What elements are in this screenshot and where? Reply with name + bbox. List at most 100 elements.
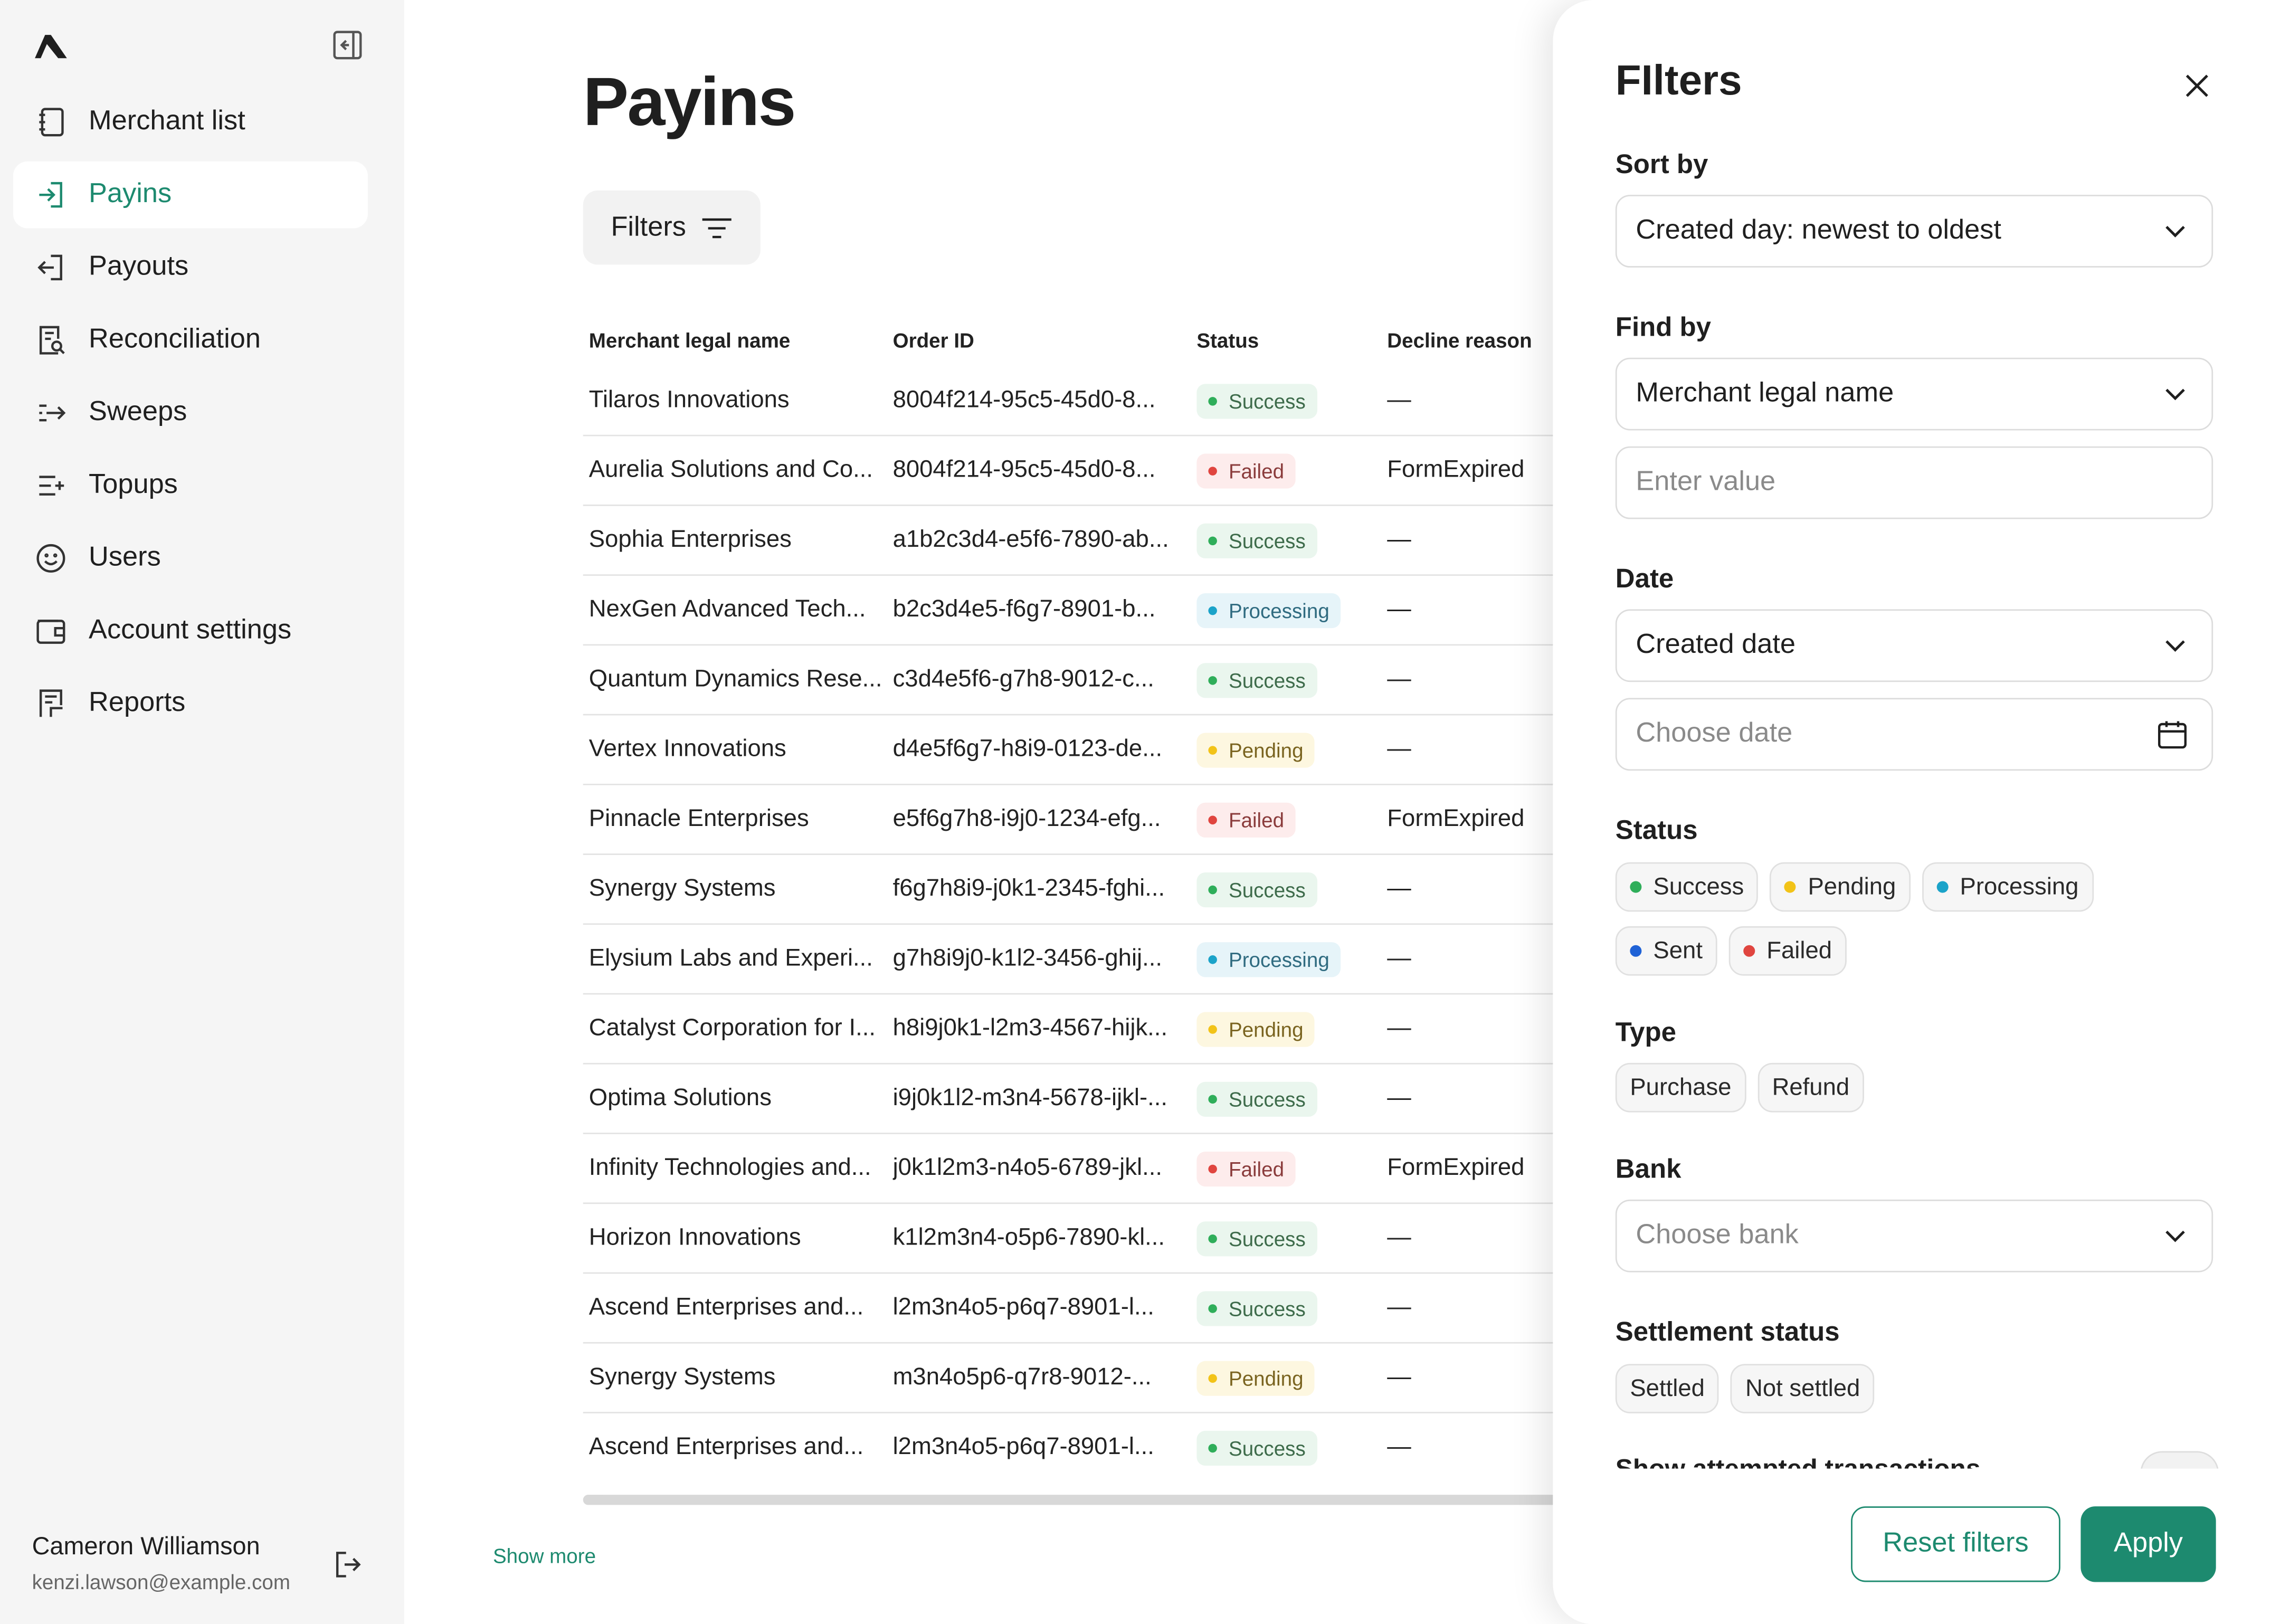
apply-button[interactable]: Apply — [2080, 1506, 2216, 1582]
type-chip-refund[interactable]: Refund — [1758, 1062, 1864, 1113]
sidebar-item-reconciliation[interactable]: Reconciliation — [13, 307, 368, 374]
order-id-cell: c3d4e5f6-g7h8-9012-c... — [892, 666, 1154, 692]
status-dot-icon — [1208, 815, 1217, 824]
table-row[interactable]: Quantum Dynamics Rese... c3d4e5f6-g7h8-90… — [583, 645, 1601, 716]
settlement-chip-settled[interactable]: Settled — [1615, 1364, 1720, 1413]
status-chip-processing[interactable]: Processing — [1922, 862, 2093, 912]
status-cell: Pending — [1196, 1011, 1387, 1047]
status-badge-label: Failed — [1228, 1156, 1285, 1180]
table-row[interactable]: Pinnacle Enterprises e5f6g7h8-i9j0-1234-e… — [583, 785, 1601, 855]
status-chip-success[interactable]: Success — [1615, 862, 1759, 912]
sidebar-item-users[interactable]: Users — [13, 525, 368, 592]
status-chips-row-1: Success Pending Processing — [1615, 862, 2093, 912]
status-cell: Success — [1196, 1430, 1387, 1465]
sidebar-item-label: Reports — [89, 688, 186, 718]
sidebar-item-payins[interactable]: Payins — [13, 161, 368, 229]
status-dot-icon — [1208, 954, 1217, 964]
status-badge-label: Failed — [1228, 808, 1285, 831]
order-id-cell: l2m3n4o5-p6q7-8901-l... — [892, 1294, 1154, 1321]
calendar-icon[interactable] — [2156, 718, 2189, 751]
chevron-down-icon — [2165, 640, 2185, 652]
bank-placeholder: Choose bank — [1636, 1220, 1799, 1251]
date-type-select[interactable]: Created date — [1615, 609, 2214, 682]
sidebar-item-label: Account settings — [89, 615, 292, 646]
table-row[interactable]: Catalyst Corporation for I... h8i9j0k1-l2… — [583, 994, 1601, 1065]
main-content: Payins Filters Merchant legal name Order… — [404, 0, 1601, 1624]
status-cell: Success — [1196, 1290, 1387, 1326]
merchant-name-cell: Catalyst Corporation for I... — [588, 1014, 876, 1041]
sidebar-item-sweeps[interactable]: Sweeps — [13, 379, 368, 447]
settlement-status-label: Settlement status — [1615, 1316, 1840, 1347]
date-picker-input[interactable]: Choose date — [1615, 698, 2214, 771]
sidebar-item-account-settings[interactable]: Account settings — [13, 597, 368, 664]
user-profile: Cameron Williamson kenzi.lawson@example.… — [32, 1533, 290, 1594]
table-row[interactable]: Optima Solutions i9j0k1l2-m3n4-5678-ijkl-… — [583, 1065, 1601, 1134]
chevron-down-icon — [2165, 388, 2185, 401]
chip-label: Failed — [1766, 937, 1832, 964]
settlement-chips: Settled Not settled — [1615, 1364, 1875, 1413]
order-id-cell: a1b2c3d4-e5f6-7890-ab... — [892, 526, 1169, 553]
sidebar-item-reports[interactable]: Reports — [13, 670, 368, 737]
column-header[interactable]: Merchant legal name — [583, 329, 893, 352]
status-dot-icon — [1208, 536, 1217, 545]
close-icon[interactable] — [2181, 70, 2214, 102]
table-row[interactable]: Vertex Innovations d4e5f6g7-h8i9-0123-de.… — [583, 715, 1601, 785]
table-row[interactable]: Synergy Systems m3n4o5p6-q7r8-9012-... Pen… — [583, 1344, 1601, 1413]
logout-icon[interactable] — [333, 1549, 365, 1581]
status-cell: Failed — [1196, 1151, 1387, 1186]
status-chip-pending[interactable]: Pending — [1770, 862, 1911, 912]
status-badge: Success — [1196, 871, 1317, 907]
table-row[interactable]: Sophia Enterprises a1b2c3d4-e5f6-7890-ab.… — [583, 506, 1601, 576]
status-badge: Success — [1196, 383, 1317, 419]
table-row[interactable]: Synergy Systems f6g7h8i9-j0k1-2345-fghi..… — [583, 855, 1601, 925]
chip-label: Processing — [1960, 873, 2079, 899]
filters-button[interactable]: Filters — [583, 190, 761, 265]
sidebar-item-topups[interactable]: Topups — [13, 452, 368, 519]
status-dot-icon — [1208, 675, 1217, 685]
table-header: Merchant legal name Order ID Status Decl… — [583, 314, 1601, 366]
order-id-cell: l2m3n4o5-p6q7-8901-l... — [892, 1433, 1154, 1460]
find-by-value-input[interactable]: Enter value — [1615, 446, 2214, 519]
status-dot-icon — [1208, 1303, 1217, 1313]
bank-select[interactable]: Choose bank — [1615, 1199, 2214, 1272]
status-dot-icon — [1208, 1443, 1217, 1452]
table-row[interactable]: Aurelia Solutions and Co... 8004f214-95c5… — [583, 436, 1601, 506]
status-badge-label: Pending — [1228, 1366, 1304, 1390]
status-badge-label: Success — [1228, 1296, 1306, 1320]
horizontal-scrollbar[interactable] — [583, 1495, 1572, 1505]
sidebar-item-merchant-list[interactable]: Merchant list — [13, 89, 368, 156]
status-chip-sent[interactable]: Sent — [1615, 926, 1717, 976]
table-row[interactable]: Ascend Enterprises and... l2m3n4o5-p6q7-8… — [583, 1274, 1601, 1344]
find-by-select[interactable]: Merchant legal name — [1615, 357, 2214, 431]
table-row[interactable]: NexGen Advanced Tech... b2c3d4e5-f6g7-890… — [583, 576, 1601, 646]
reset-filters-button[interactable]: Reset filters — [1851, 1506, 2060, 1582]
table-row[interactable]: Tilaros Innovations 8004f214-95c5-45d0-8.… — [583, 366, 1601, 436]
sidebar-nav: Merchant list Payins Payouts Reconciliat… — [13, 89, 368, 743]
status-chip-failed[interactable]: Failed — [1728, 926, 1847, 976]
sidebar-item-payouts[interactable]: Payouts — [13, 234, 368, 301]
login-arrow-icon — [33, 177, 68, 212]
merchant-name-cell: Infinity Technologies and... — [588, 1154, 871, 1181]
type-chip-purchase[interactable]: Purchase — [1615, 1062, 1746, 1113]
order-id-cell: m3n4o5p6-q7r8-9012-... — [892, 1364, 1152, 1390]
table-row[interactable]: Horizon Innovations k1l2m3n4-o5p6-7890-kl… — [583, 1204, 1601, 1274]
column-header[interactable]: Status — [1196, 329, 1387, 352]
document-search-icon — [33, 323, 68, 358]
table-row[interactable]: Elysium Labs and Experi... g7h8i9j0-k1l2-… — [583, 925, 1601, 995]
settlement-chip-not-settled[interactable]: Not settled — [1731, 1364, 1875, 1413]
show-more-link[interactable]: Show more — [493, 1544, 596, 1568]
sort-by-select[interactable]: Created day: newest to oldest — [1615, 195, 2214, 268]
date-picker-placeholder: Choose date — [1636, 718, 1793, 749]
type-label: Type — [1615, 1016, 1676, 1047]
table-row[interactable]: Ascend Enterprises and... l2m3n4o5-p6q7-8… — [583, 1413, 1601, 1481]
column-header[interactable]: Order ID — [893, 329, 1197, 352]
status-badge-label: Failed — [1228, 459, 1285, 482]
table-row[interactable]: Infinity Technologies and... j0k1l2m3-n4o… — [583, 1134, 1601, 1204]
brand-logo-icon[interactable] — [32, 26, 70, 64]
status-cell: Processing — [1196, 592, 1387, 628]
status-dot-icon — [1630, 881, 1642, 893]
filters-button-label: Filters — [611, 211, 686, 242]
sort-by-label: Sort by — [1615, 148, 1708, 179]
status-badge: Failed — [1196, 802, 1296, 837]
collapse-sidebar-icon[interactable] — [331, 29, 364, 61]
